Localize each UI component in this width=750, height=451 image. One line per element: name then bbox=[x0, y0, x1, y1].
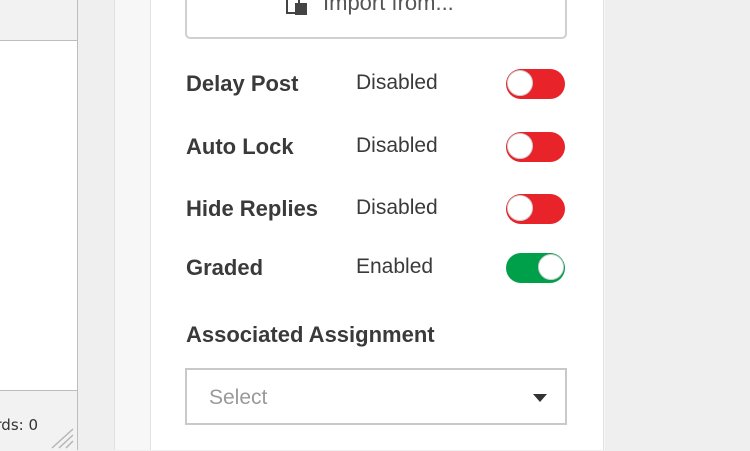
setting-row-auto-lock: Auto Lock Disabled bbox=[186, 130, 566, 164]
setting-status: Disabled bbox=[356, 71, 438, 94]
editor-content-area[interactable] bbox=[0, 41, 77, 390]
import-icon bbox=[286, 0, 307, 15]
toggle-knob bbox=[507, 133, 533, 159]
setting-row-graded: Graded Enabled bbox=[186, 251, 566, 285]
graded-toggle[interactable] bbox=[506, 253, 565, 283]
setting-label: Auto Lock bbox=[186, 134, 294, 159]
caret-down-icon bbox=[533, 394, 547, 402]
setting-status: Enabled bbox=[356, 255, 434, 278]
editor-status-bar: rds: 0 bbox=[0, 390, 77, 451]
setting-row-delay-post: Delay Post Disabled bbox=[186, 67, 566, 101]
setting-status: Disabled bbox=[356, 134, 438, 157]
associated-assignment-label: Associated Assignment bbox=[186, 322, 435, 347]
post-editor: rds: 0 bbox=[0, 0, 78, 451]
delay-post-toggle[interactable] bbox=[506, 69, 565, 99]
import-from-label: Import from... bbox=[323, 0, 454, 15]
toggle-knob bbox=[538, 254, 564, 280]
hide-replies-toggle[interactable] bbox=[506, 194, 565, 224]
setting-row-hide-replies: Hide Replies Disabled bbox=[186, 192, 566, 226]
setting-status: Disabled bbox=[356, 196, 438, 219]
word-count: rds: 0 bbox=[0, 416, 38, 434]
resize-handle-icon[interactable] bbox=[48, 427, 74, 449]
setting-label: Graded bbox=[186, 255, 264, 280]
toggle-knob bbox=[507, 70, 533, 96]
editor-toolbar bbox=[0, 0, 77, 41]
associated-assignment-select[interactable]: Select bbox=[185, 368, 567, 425]
toggle-knob bbox=[507, 195, 533, 221]
setting-label: Hide Replies bbox=[186, 196, 319, 221]
auto-lock-toggle[interactable] bbox=[506, 132, 565, 162]
setting-label: Delay Post bbox=[186, 71, 299, 96]
select-value: Select bbox=[209, 386, 268, 409]
import-from-button[interactable]: Import from... bbox=[185, 0, 567, 39]
